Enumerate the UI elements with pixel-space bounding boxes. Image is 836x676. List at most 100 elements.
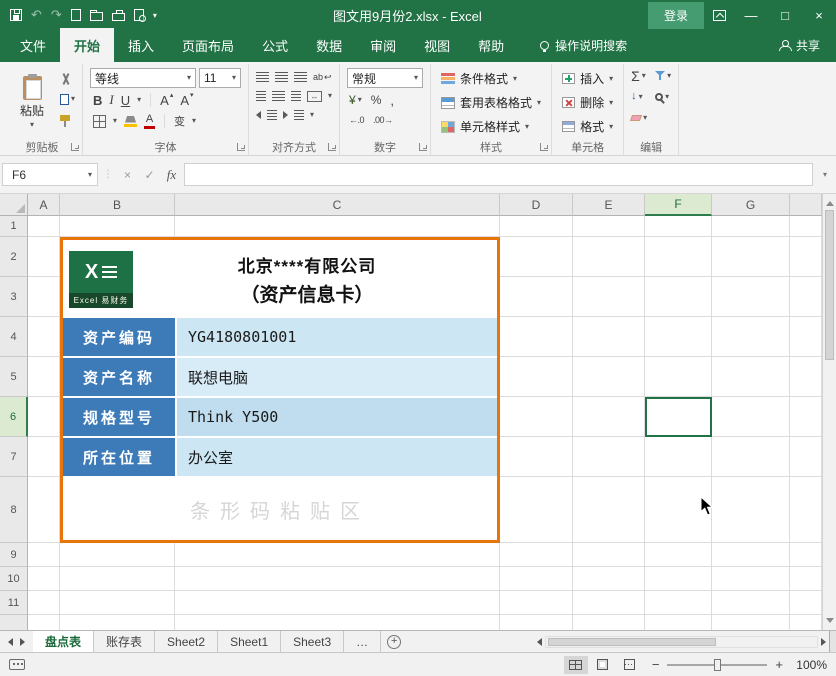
sheet-tab-inventory[interactable]: 盘点表 — [33, 631, 94, 652]
chevron-down-icon[interactable]: ▾ — [137, 96, 141, 104]
shrink-font-button[interactable]: A▾ — [180, 93, 193, 108]
vertical-scroll-thumb[interactable] — [825, 210, 834, 360]
row-header-7[interactable]: 7 — [0, 437, 28, 477]
macro-record-icon[interactable] — [9, 659, 25, 670]
format-painter-button[interactable] — [60, 111, 75, 127]
delete-cells-button[interactable]: 删除 ▾ — [559, 92, 616, 113]
share-button[interactable]: 共享 — [763, 37, 836, 62]
row-header-8[interactable]: 8 — [0, 477, 28, 543]
ribbon-display-options-button[interactable] — [704, 0, 734, 30]
close-button[interactable]: × — [802, 0, 836, 30]
worksheet-grid[interactable]: X Excel 易财务 北京****有限公司 （资产信息卡） 资产编码 YG41… — [0, 194, 822, 630]
wrap-text-button[interactable]: ab↩ — [313, 72, 332, 83]
zoom-in-button[interactable]: + — [775, 657, 783, 672]
clear-button[interactable]: ▾ — [631, 110, 647, 125]
sort-filter-button[interactable]: ▾ — [655, 68, 671, 83]
font-name-combo[interactable]: 等线▾ — [90, 68, 196, 88]
tell-me-search[interactable]: 操作说明搜索 — [540, 37, 627, 62]
prev-sheet-icon[interactable] — [8, 638, 13, 646]
format-as-table-button[interactable]: 套用表格格式 ▾ — [438, 92, 544, 113]
field-value[interactable]: YG4180801001 — [175, 318, 497, 356]
maximize-button[interactable]: □ — [768, 0, 802, 30]
row-header-3[interactable]: 3 — [0, 277, 28, 317]
paste-button[interactable]: 粘贴 ▾ — [9, 66, 55, 138]
sheet-tab-sheet2[interactable]: Sheet2 — [155, 631, 218, 652]
field-value[interactable]: 办公室 — [175, 438, 497, 476]
print-preview-icon[interactable] — [134, 9, 144, 21]
row-header-11[interactable]: 11 — [0, 591, 28, 615]
fill-button[interactable]: ↓▾ — [631, 89, 647, 104]
autosum-button[interactable]: Σ▾ — [631, 68, 647, 83]
field-value[interactable]: 联想电脑 — [175, 358, 497, 396]
align-top-icon[interactable] — [256, 72, 269, 82]
row-header-2[interactable]: 2 — [0, 237, 28, 277]
find-select-button[interactable]: ▾ — [655, 89, 671, 104]
row-header-6[interactable]: 6 — [0, 397, 28, 437]
page-break-view-button[interactable] — [618, 656, 642, 674]
name-box[interactable]: F6▾ — [2, 163, 98, 186]
tab-page-layout[interactable]: 页面布局 — [168, 28, 248, 62]
fill-color-button[interactable] — [124, 116, 137, 127]
field-row-location[interactable]: 所在位置 办公室 — [63, 436, 497, 476]
field-value[interactable]: Think Y500 — [175, 398, 497, 436]
cell-styles-button[interactable]: 单元格样式 ▾ — [438, 116, 544, 137]
align-left-icon[interactable] — [256, 91, 266, 101]
zoom-out-button[interactable]: − — [652, 657, 660, 672]
borders-icon[interactable] — [93, 115, 106, 128]
tab-insert[interactable]: 插入 — [114, 28, 168, 62]
new-document-icon[interactable] — [71, 9, 81, 21]
row-header-partial[interactable] — [0, 615, 28, 630]
scroll-up-icon[interactable] — [826, 197, 834, 206]
col-header-G[interactable]: G — [712, 194, 790, 216]
align-right-icon[interactable] — [291, 91, 301, 101]
dialog-launcher-icon[interactable] — [237, 143, 245, 151]
undo-icon[interactable]: ↶ — [31, 7, 42, 23]
insert-function-button[interactable]: fx — [162, 163, 181, 186]
dialog-launcher-icon[interactable] — [419, 143, 427, 151]
percent-style-button[interactable]: % — [371, 93, 382, 107]
cut-button[interactable] — [60, 71, 75, 87]
underline-button[interactable]: U — [121, 93, 130, 108]
field-row-asset-name[interactable]: 资产名称 联想电脑 — [63, 356, 497, 396]
tab-data[interactable]: 数据 — [302, 28, 356, 62]
chevron-down-icon[interactable]: ▾ — [328, 92, 332, 100]
dialog-launcher-icon[interactable] — [71, 143, 79, 151]
expand-formula-bar-icon[interactable]: ▾ — [816, 170, 834, 179]
chevron-down-icon[interactable]: ▾ — [113, 117, 117, 125]
redo-icon[interactable]: ↷ — [51, 7, 62, 23]
horizontal-scroll-thumb[interactable] — [548, 638, 716, 646]
horizontal-scroll-track[interactable] — [545, 636, 818, 648]
tab-file[interactable]: 文件 — [6, 28, 60, 62]
open-folder-icon[interactable] — [90, 12, 103, 21]
font-color-button[interactable]: A — [144, 114, 155, 129]
row-header-5[interactable]: 5 — [0, 357, 28, 397]
col-header-partial[interactable] — [790, 194, 822, 216]
dialog-launcher-icon[interactable] — [328, 143, 336, 151]
copy-button[interactable]: ▾ — [60, 91, 75, 107]
merge-center-icon[interactable]: ↔ — [307, 91, 322, 102]
tab-review[interactable]: 审阅 — [356, 28, 410, 62]
sheet-tab-sheet3[interactable]: Sheet3 — [281, 631, 344, 652]
selected-cell-F6[interactable] — [645, 397, 712, 437]
italic-button[interactable]: I — [109, 92, 113, 108]
tab-home[interactable]: 开始 — [60, 28, 114, 62]
col-header-F[interactable]: F — [645, 194, 712, 216]
row-header-10[interactable]: 10 — [0, 567, 28, 591]
cancel-button[interactable]: × — [118, 163, 137, 186]
field-row-model[interactable]: 规格型号 Think Y500 — [63, 396, 497, 436]
tab-view[interactable]: 视图 — [410, 28, 464, 62]
number-format-combo[interactable]: 常规▾ — [347, 68, 423, 88]
zoom-level[interactable]: 100% — [791, 658, 827, 672]
page-layout-view-button[interactable] — [591, 656, 615, 674]
row-header-9[interactable]: 9 — [0, 543, 28, 567]
customize-qat-icon[interactable]: ▾ — [153, 11, 157, 20]
accounting-format-button[interactable]: ¥▾ — [349, 93, 362, 107]
scroll-right-icon[interactable] — [821, 638, 826, 646]
next-sheet-icon[interactable] — [20, 638, 25, 646]
col-header-C[interactable]: C — [175, 194, 500, 216]
conditional-formatting-button[interactable]: 条件格式 ▾ — [438, 68, 544, 89]
chevron-down-icon[interactable]: ▾ — [310, 111, 314, 119]
orientation-icon[interactable] — [294, 110, 304, 120]
zoom-slider-thumb[interactable] — [714, 659, 721, 671]
new-sheet-button[interactable]: + — [381, 631, 407, 652]
